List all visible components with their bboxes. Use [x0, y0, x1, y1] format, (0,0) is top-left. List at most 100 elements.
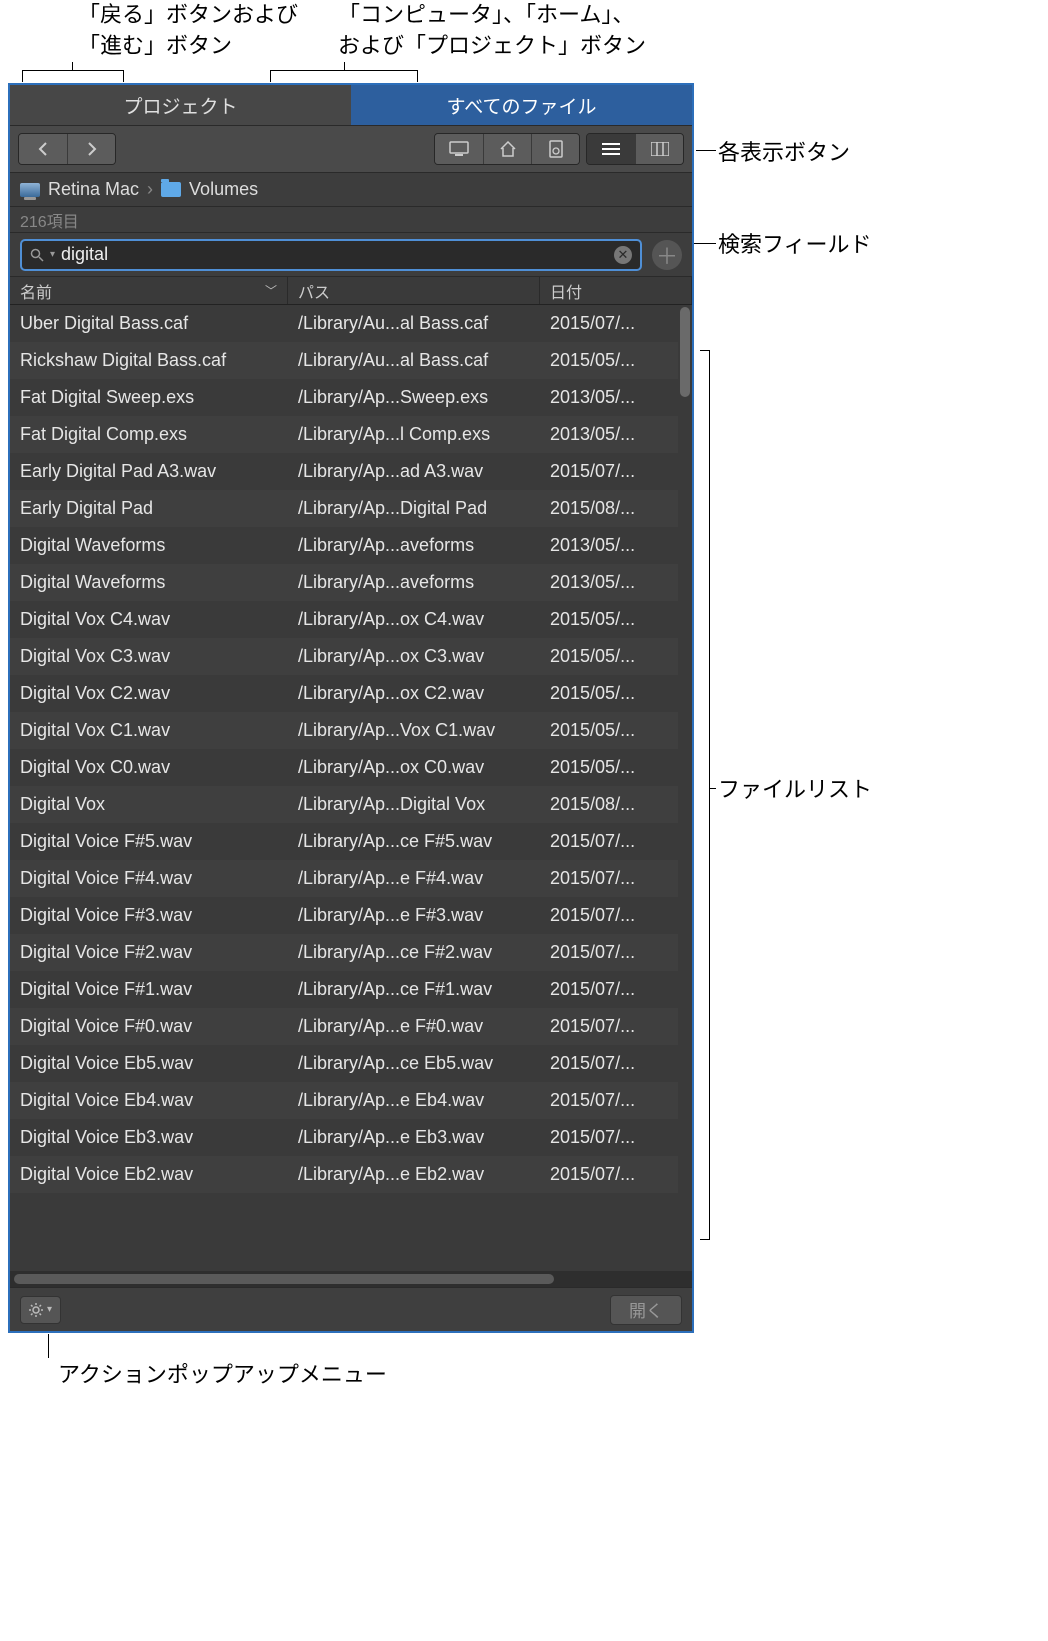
- cell-path: /Library/Ap...e F#4.wav: [288, 860, 540, 897]
- cell-date: 2015/07/...: [540, 1082, 678, 1119]
- cell-name: Digital Vox C3.wav: [10, 638, 288, 675]
- cell-date: 2015/07/...: [540, 1156, 678, 1193]
- cell-path: /Library/Ap...ce F#1.wav: [288, 971, 540, 1008]
- table-row[interactable]: Digital Voice Eb4.wav/Library/Ap...e Eb4…: [10, 1082, 678, 1119]
- cell-name: Digital Voice Eb4.wav: [10, 1082, 288, 1119]
- table-row[interactable]: Digital Voice F#3.wav/Library/Ap...e F#3…: [10, 897, 678, 934]
- table-row[interactable]: Digital Voice F#0.wav/Library/Ap...e F#0…: [10, 1008, 678, 1045]
- table-row[interactable]: Early Digital Pad A3.wav/Library/Ap...ad…: [10, 453, 678, 490]
- project-button[interactable]: [531, 134, 579, 164]
- table-row[interactable]: Uber Digital Bass.caf/Library/Au...al Ba…: [10, 305, 678, 342]
- add-button[interactable]: ＋: [652, 240, 682, 270]
- column-header-name[interactable]: 名前 ﹀: [10, 277, 288, 304]
- table-row[interactable]: Digital Vox C0.wav/Library/Ap...ox C0.wa…: [10, 749, 678, 786]
- cell-path: /Library/Ap...e Eb2.wav: [288, 1156, 540, 1193]
- file-browser-panel: プロジェクト すべてのファイル: [8, 83, 694, 1333]
- toolbar: [10, 125, 692, 173]
- cell-date: 2015/08/...: [540, 490, 678, 527]
- search-input[interactable]: [61, 244, 608, 265]
- cell-name: Digital Vox: [10, 786, 288, 823]
- path-bar[interactable]: Retina Mac › Volumes: [10, 173, 692, 207]
- table-row[interactable]: Digital Vox C1.wav/Library/Ap...Vox C1.w…: [10, 712, 678, 749]
- open-button[interactable]: 開く: [610, 1295, 682, 1325]
- cell-name: Digital Vox C0.wav: [10, 749, 288, 786]
- column-header-path[interactable]: パス: [288, 277, 540, 304]
- cell-name: Digital Voice F#5.wav: [10, 823, 288, 860]
- cell-name: Fat Digital Comp.exs: [10, 416, 288, 453]
- action-popup-button[interactable]: ▾: [20, 1296, 61, 1324]
- cell-name: Digital Voice F#0.wav: [10, 1008, 288, 1045]
- table-row[interactable]: Digital Waveforms/Library/Ap...aveforms2…: [10, 527, 678, 564]
- cell-path: /Library/Au...al Bass.caf: [288, 342, 540, 379]
- cell-path: /Library/Ap...ox C3.wav: [288, 638, 540, 675]
- file-list: Uber Digital Bass.caf/Library/Au...al Ba…: [10, 305, 692, 1271]
- home-button[interactable]: [483, 134, 531, 164]
- path-computer[interactable]: Retina Mac: [48, 179, 139, 200]
- chevron-down-icon[interactable]: ▾: [50, 249, 55, 260]
- table-row[interactable]: Digital Vox/Library/Ap...Digital Vox2015…: [10, 786, 678, 823]
- cell-path: /Library/Au...al Bass.caf: [288, 305, 540, 342]
- horizontal-scrollbar[interactable]: [10, 1271, 692, 1287]
- cell-date: 2015/05/...: [540, 342, 678, 379]
- cell-path: /Library/Ap...ce F#5.wav: [288, 823, 540, 860]
- cell-date: 2015/07/...: [540, 971, 678, 1008]
- location-button-group: [434, 133, 580, 165]
- table-row[interactable]: Fat Digital Sweep.exs/Library/Ap...Sweep…: [10, 379, 678, 416]
- cell-name: Digital Voice Eb5.wav: [10, 1045, 288, 1082]
- cell-date: 2015/07/...: [540, 860, 678, 897]
- cell-path: /Library/Ap...ox C0.wav: [288, 749, 540, 786]
- table-row[interactable]: Digital Voice F#5.wav/Library/Ap...ce F#…: [10, 823, 678, 860]
- table-row[interactable]: Digital Vox C2.wav/Library/Ap...ox C2.wa…: [10, 675, 678, 712]
- cell-name: Uber Digital Bass.caf: [10, 305, 288, 342]
- tabs: プロジェクト すべてのファイル: [10, 85, 692, 125]
- column-view-button[interactable]: [635, 134, 683, 164]
- table-row[interactable]: Digital Voice F#4.wav/Library/Ap...e F#4…: [10, 860, 678, 897]
- cell-path: /Library/Ap...aveforms: [288, 527, 540, 564]
- cell-date: 2013/05/...: [540, 379, 678, 416]
- table-row[interactable]: Digital Voice F#1.wav/Library/Ap...ce F#…: [10, 971, 678, 1008]
- table-row[interactable]: Digital Voice F#2.wav/Library/Ap...ce F#…: [10, 934, 678, 971]
- footer: ▾ 開く: [10, 1287, 692, 1331]
- cell-name: Digital Vox C2.wav: [10, 675, 288, 712]
- search-field[interactable]: ▾ ✕: [20, 239, 642, 271]
- table-row[interactable]: Digital Vox C3.wav/Library/Ap...ox C3.wa…: [10, 638, 678, 675]
- table-row[interactable]: Fat Digital Comp.exs/Library/Ap...l Comp…: [10, 416, 678, 453]
- callout-action-menu: アクションポップアップメニュー: [58, 1360, 387, 1391]
- search-icon: [30, 248, 44, 262]
- vertical-scrollbar[interactable]: [680, 307, 690, 397]
- item-count: 216項目: [10, 207, 692, 233]
- cell-path: /Library/Ap...e F#3.wav: [288, 897, 540, 934]
- chevron-down-icon: ▾: [47, 1304, 52, 1315]
- computer-button[interactable]: [435, 134, 483, 164]
- callout-view-buttons: 各表示ボタン: [718, 138, 850, 169]
- table-row[interactable]: Digital Voice Eb5.wav/Library/Ap...ce Eb…: [10, 1045, 678, 1082]
- cell-name: Digital Voice F#2.wav: [10, 934, 288, 971]
- table-row[interactable]: Digital Waveforms/Library/Ap...aveforms2…: [10, 564, 678, 601]
- cell-path: /Library/Ap...Digital Pad: [288, 490, 540, 527]
- back-button[interactable]: [19, 134, 67, 164]
- cell-date: 2015/07/...: [540, 1119, 678, 1156]
- path-folder[interactable]: Volumes: [189, 179, 258, 200]
- forward-button[interactable]: [67, 134, 115, 164]
- column-header-date[interactable]: 日付: [540, 277, 692, 304]
- cell-date: 2015/07/...: [540, 934, 678, 971]
- gear-icon: [29, 1303, 43, 1317]
- cell-path: /Library/Ap...e Eb3.wav: [288, 1119, 540, 1156]
- table-row[interactable]: Early Digital Pad/Library/Ap...Digital P…: [10, 490, 678, 527]
- tab-project[interactable]: プロジェクト: [10, 85, 351, 125]
- cell-date: 2013/05/...: [540, 564, 678, 601]
- table-row[interactable]: Digital Vox C4.wav/Library/Ap...ox C4.wa…: [10, 601, 678, 638]
- clear-search-button[interactable]: ✕: [614, 246, 632, 264]
- cell-name: Digital Voice F#1.wav: [10, 971, 288, 1008]
- tab-all-files[interactable]: すべてのファイル: [351, 85, 692, 125]
- cell-date: 2015/05/...: [540, 712, 678, 749]
- table-row[interactable]: Digital Voice Eb3.wav/Library/Ap...e Eb3…: [10, 1119, 678, 1156]
- table-row[interactable]: Digital Voice Eb2.wav/Library/Ap...e Eb2…: [10, 1156, 678, 1193]
- cell-path: /Library/Ap...aveforms: [288, 564, 540, 601]
- computer-icon: [20, 183, 40, 197]
- list-view-button[interactable]: [587, 134, 635, 164]
- callout-back-forward: 「戻る」ボタンおよび 「進む」ボタン: [78, 0, 298, 62]
- table-row[interactable]: Rickshaw Digital Bass.caf/Library/Au...a…: [10, 342, 678, 379]
- cell-date: 2015/05/...: [540, 601, 678, 638]
- cell-path: /Library/Ap...ce Eb5.wav: [288, 1045, 540, 1082]
